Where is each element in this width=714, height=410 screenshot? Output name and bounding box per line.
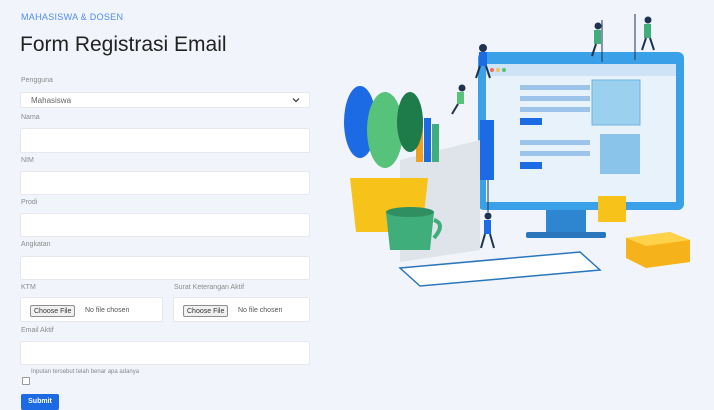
browser-bar (486, 64, 676, 76)
monitor-screen (486, 64, 676, 202)
book-3 (432, 124, 439, 162)
window-dot-red (490, 68, 494, 72)
text-line-1 (520, 85, 590, 90)
chevron-down-icon (292, 98, 300, 103)
angkatan-label: Angkatan (21, 241, 51, 248)
coffee-cup (386, 212, 434, 250)
image-panel (591, 79, 641, 126)
cup-rim (386, 207, 434, 217)
ktm-choose-file-button[interactable]: Choose File (30, 305, 76, 317)
text-line-5 (520, 151, 590, 156)
nama-label: Nama (21, 114, 40, 121)
surat-file-input[interactable]: Choose File No file chosen (173, 297, 310, 322)
brand-label: MAHASISWA & DOSEN (21, 12, 124, 22)
surat-file-status: No file chosen (238, 307, 283, 314)
ktm-file-status: No file chosen (85, 307, 130, 314)
surat-choose-file-button[interactable]: Choose File (183, 305, 229, 317)
plant-leaf-dark (397, 92, 423, 152)
person-climbing (451, 84, 466, 115)
text-line-2 (520, 96, 590, 101)
declaration-checkbox[interactable] (22, 377, 30, 385)
window-dot-yellow (496, 68, 500, 72)
pengguna-select[interactable]: Mahasiswa (20, 92, 310, 108)
email-input[interactable] (20, 341, 310, 365)
pengguna-selected-value: Mahasiswa (31, 96, 72, 105)
blue-ribbon (480, 120, 494, 180)
monitor-base (526, 232, 606, 238)
image-panel-2 (600, 134, 640, 174)
monitor-stand (546, 210, 586, 232)
nama-input[interactable] (20, 128, 310, 153)
prodi-input[interactable] (20, 213, 310, 237)
registration-form: MAHASISWA & DOSEN Form Registrasi Email … (0, 0, 330, 410)
ktm-label: KTM (21, 284, 36, 291)
screen-button-2 (520, 162, 542, 169)
book-2 (424, 118, 431, 162)
nim-label: NIM (21, 157, 34, 164)
page-title: Form Registrasi Email (20, 33, 227, 56)
text-line-4 (520, 140, 590, 145)
screen-button-1 (520, 118, 542, 125)
hero-illustration (344, 14, 690, 287)
text-line-3 (520, 107, 590, 112)
nim-input[interactable] (20, 171, 310, 195)
pengguna-label: Pengguna (21, 77, 53, 84)
email-label: Email Aktif (21, 327, 54, 334)
submit-button[interactable]: Submit (21, 394, 59, 410)
declaration-label: Inputan tersebut telah benar apa adanya (31, 369, 140, 375)
prodi-label: Prodi (21, 199, 38, 206)
angkatan-input[interactable] (20, 256, 310, 280)
yellow-block (598, 196, 626, 222)
surat-label: Surat Keterangan Aktif (174, 284, 245, 291)
ktm-file-input[interactable]: Choose File No file chosen (20, 297, 163, 322)
window-dot-green (502, 68, 506, 72)
